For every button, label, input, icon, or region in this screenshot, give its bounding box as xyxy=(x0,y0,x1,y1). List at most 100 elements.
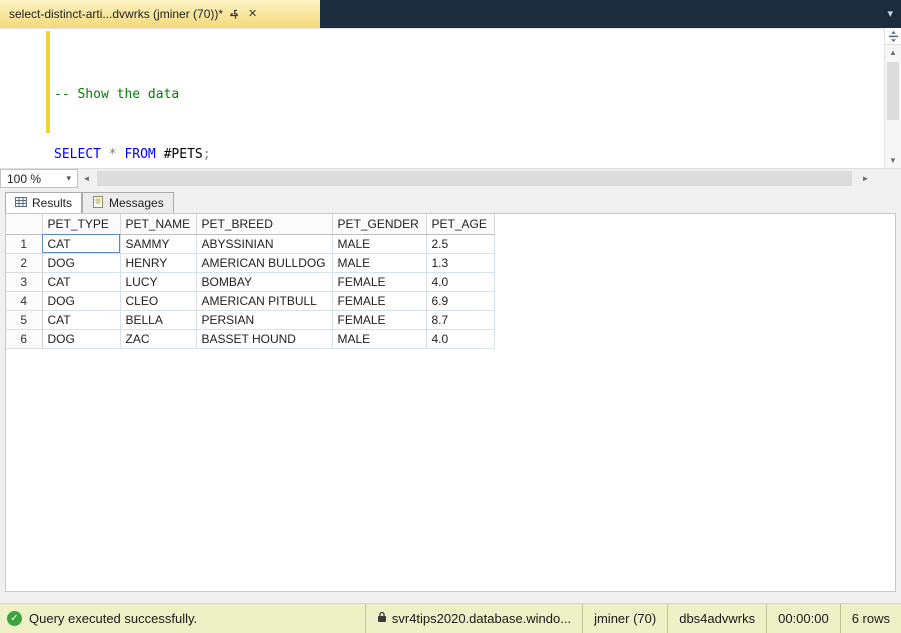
grid-cell[interactable]: ABYSSINIAN xyxy=(196,234,333,254)
chevron-down-icon[interactable]: ▾ xyxy=(887,7,893,20)
results-grid-pane: PET_TYPE PET_NAME PET_BREED PET_GENDER PET_A… xyxy=(5,213,896,592)
grid-cell[interactable]: CAT xyxy=(42,310,121,330)
status-database: dbs4advwrks xyxy=(667,604,766,633)
change-tracking-bar xyxy=(46,31,50,133)
row-number[interactable]: 4 xyxy=(6,291,43,311)
grid-cell[interactable]: 4.0 xyxy=(426,329,495,349)
grid-cell[interactable]: BASSET HOUND xyxy=(196,329,333,349)
pin-icon[interactable] xyxy=(230,9,241,20)
row-number[interactable]: 5 xyxy=(6,310,43,330)
grid-cell[interactable]: FEMALE xyxy=(332,272,427,292)
grid-cell[interactable]: CAT xyxy=(42,234,121,254)
grid-cell[interactable]: DOG xyxy=(42,329,121,349)
grid-cell[interactable]: AMERICAN BULLDOG xyxy=(196,253,333,273)
zoom-value: 100 % xyxy=(7,171,42,186)
document-tab-label: select-distinct-arti...dvwrks (jminer (7… xyxy=(9,7,224,21)
row-number[interactable]: 2 xyxy=(6,253,43,273)
scroll-down-icon[interactable]: ▼ xyxy=(885,153,901,168)
code-line: SELECT * FROM #PETS; xyxy=(54,145,211,165)
grid-cell[interactable]: FEMALE xyxy=(332,310,427,330)
tab-results[interactable]: Results xyxy=(5,192,83,214)
grid-cell[interactable]: AMERICAN PITBULL xyxy=(196,291,333,311)
table-row: 3 CAT LUCY BOMBAY FEMALE 4.0 xyxy=(6,272,495,292)
row-number[interactable]: 6 xyxy=(6,329,43,349)
table-row: 1 CAT SAMMY ABYSSINIAN MALE 2.5 xyxy=(6,234,495,254)
grid-cell[interactable]: HENRY xyxy=(120,253,197,273)
results-tab-strip: Results Messages xyxy=(5,192,174,214)
table-row: 2 DOG HENRY AMERICAN BULLDOG MALE 1.3 xyxy=(6,253,495,273)
scrollbar-corner xyxy=(874,169,901,188)
code-line: -- Show the data xyxy=(54,85,211,105)
identifier-token: #PETS xyxy=(163,147,203,162)
status-server-label: svr4tips2020.database.windo... xyxy=(391,611,572,626)
column-header[interactable]: PET_BREED xyxy=(196,214,333,235)
grid-corner[interactable] xyxy=(6,214,43,235)
table-row: 5 CAT BELLA PERSIAN FEMALE 8.7 xyxy=(6,310,495,330)
scroll-up-icon[interactable]: ▲ xyxy=(885,45,901,60)
grid-cell[interactable]: DOG xyxy=(42,291,121,311)
grid-cell[interactable]: BELLA xyxy=(120,310,197,330)
column-header[interactable]: PET_NAME xyxy=(120,214,197,235)
status-bar: ✓ Query executed successfully. svr4tips2… xyxy=(0,603,901,633)
document-tab[interactable]: select-distinct-arti...dvwrks (jminer (7… xyxy=(0,0,320,28)
keyword-token: FROM xyxy=(124,147,164,162)
scroll-right-icon[interactable]: ► xyxy=(857,169,874,188)
keyword-token: SELECT xyxy=(54,147,109,162)
status-user: jminer (70) xyxy=(582,604,667,633)
status-server: svr4tips2020.database.windo... xyxy=(364,604,582,633)
grid-cell[interactable]: LUCY xyxy=(120,272,197,292)
grid-cell[interactable]: CLEO xyxy=(120,291,197,311)
row-number[interactable]: 3 xyxy=(6,272,43,292)
zoom-dropdown[interactable]: 100 % ▾ xyxy=(0,169,78,188)
vertical-scrollbar-track[interactable] xyxy=(885,60,901,153)
success-check-icon: ✓ xyxy=(7,611,22,626)
table-row: 6 DOG ZAC BASSET HOUND MALE 4.0 xyxy=(6,329,495,349)
results-grid-icon xyxy=(15,196,27,211)
grid-cell[interactable]: MALE xyxy=(332,329,427,349)
messages-icon xyxy=(92,195,104,211)
horizontal-scrollbar[interactable] xyxy=(95,169,857,188)
zoom-chevron-icon: ▾ xyxy=(66,173,71,183)
grid-cell[interactable]: FEMALE xyxy=(332,291,427,311)
editor-pane[interactable]: -- Show the data SELECT * FROM #PETS; GO xyxy=(0,28,884,222)
grid-cell[interactable]: 8.7 xyxy=(426,310,495,330)
results-grid-header-row: PET_TYPE PET_NAME PET_BREED PET_GENDER PET_A… xyxy=(6,214,495,235)
status-bar-segments: svr4tips2020.database.windo... jminer (7… xyxy=(364,604,901,633)
table-row: 4 DOG CLEO AMERICAN PITBULL FEMALE 6.9 xyxy=(6,291,495,311)
results-grid-body: 1 CAT SAMMY ABYSSINIAN MALE 2.5 2 DOG HENRY AMERI… xyxy=(6,234,495,349)
grid-cell[interactable]: 4.0 xyxy=(426,272,495,292)
titlebar: select-distinct-arti...dvwrks (jminer (7… xyxy=(0,0,901,28)
grid-cell[interactable]: 6.9 xyxy=(426,291,495,311)
scrollbar-thumb[interactable] xyxy=(887,62,899,120)
status-message: Query executed successfully. xyxy=(29,611,198,626)
grid-cell[interactable]: MALE xyxy=(332,253,427,273)
column-header[interactable]: PET_TYPE xyxy=(42,214,121,235)
tab-messages[interactable]: Messages xyxy=(82,192,174,214)
operator-token: * xyxy=(108,147,125,162)
results-grid: PET_TYPE PET_NAME PET_BREED PET_GENDER PET_A… xyxy=(6,214,495,349)
grid-cell[interactable]: ZAC xyxy=(120,329,197,349)
grid-cell[interactable]: SAMMY xyxy=(120,234,197,254)
scrollbar-thumb[interactable] xyxy=(97,171,852,186)
grid-cell[interactable]: BOMBAY xyxy=(196,272,333,292)
row-number[interactable]: 1 xyxy=(6,234,43,254)
results-pane: Results Messages PET_TYPE PET_NAME PET_BRE… xyxy=(0,188,901,603)
column-header[interactable]: PET_AGE xyxy=(426,214,495,235)
close-icon[interactable]: ✕ xyxy=(248,8,257,20)
grid-cell[interactable]: MALE xyxy=(332,234,427,254)
editor-bottom-bar: 100 % ▾ ◄ ► xyxy=(0,168,901,188)
grid-cell[interactable]: PERSIAN xyxy=(196,310,333,330)
grid-cell[interactable]: 1.3 xyxy=(426,253,495,273)
grid-cell[interactable]: DOG xyxy=(42,253,121,273)
vertical-scrollbar[interactable]: ▲ ▼ xyxy=(884,28,901,168)
column-header[interactable]: PET_GENDER xyxy=(332,214,427,235)
splitter-grip-icon[interactable] xyxy=(885,28,901,45)
comment-token: -- Show the data xyxy=(54,87,180,102)
grid-cell[interactable]: 2.5 xyxy=(426,234,495,254)
tab-results-label: Results xyxy=(32,196,73,210)
status-time: 00:00:00 xyxy=(766,604,840,633)
tab-messages-label: Messages xyxy=(109,196,164,210)
grid-cell[interactable]: CAT xyxy=(42,272,121,292)
lock-icon xyxy=(377,611,387,626)
scroll-left-icon[interactable]: ◄ xyxy=(78,169,95,188)
